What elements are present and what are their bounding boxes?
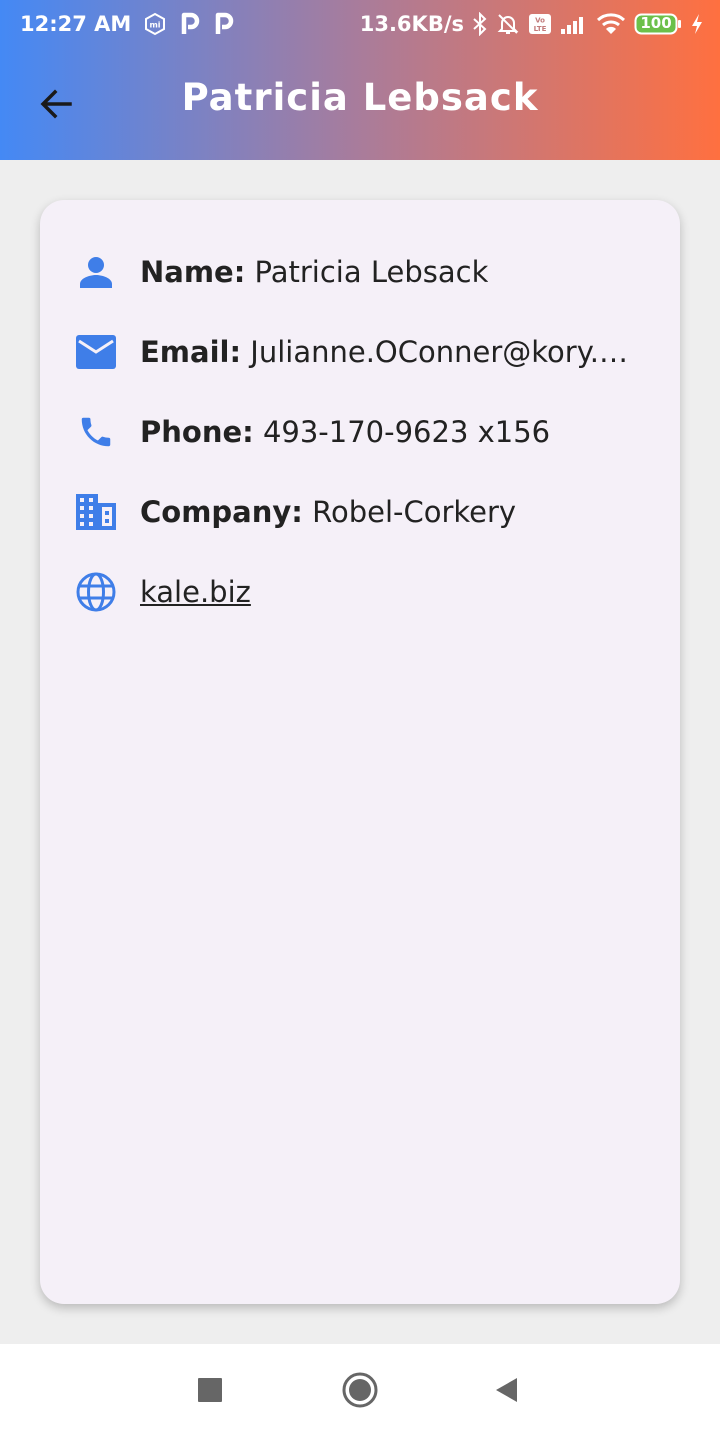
website-link[interactable]: kale.biz: [140, 575, 251, 609]
company-text: Company: Robel-Corkery: [140, 495, 516, 529]
phone-row: Phone: 493-170-9623 x156: [74, 406, 654, 458]
email-text: Email: Julianne.OConner@kory.org: [140, 335, 642, 369]
company-row: Company: Robel-Corkery: [74, 486, 654, 538]
network-speed: 13.6KB/s: [359, 12, 464, 36]
svg-text:LTE: LTE: [534, 25, 547, 33]
bluetooth-icon: [472, 12, 488, 36]
p-icon: [179, 12, 201, 36]
nav-back-button[interactable]: [486, 1372, 526, 1412]
status-time: 12:27 AM: [20, 12, 132, 36]
charging-icon: [690, 12, 704, 36]
recents-square-icon: [198, 1377, 222, 1407]
mi-icon: mi: [143, 12, 167, 36]
person-icon: [74, 250, 118, 294]
home-circle-icon: [341, 1371, 379, 1414]
website-row: kale.biz: [74, 566, 654, 618]
app-bar: Patricia Lebsack: [0, 48, 720, 160]
name-row: Name: Patricia Lebsack: [74, 246, 654, 298]
home-button[interactable]: [340, 1372, 380, 1412]
battery-level: 100: [640, 14, 672, 32]
back-triangle-icon: [493, 1376, 519, 1409]
email-row: Email: Julianne.OConner@kory.org: [74, 326, 654, 378]
email-value: Julianne.OConner@kory.org: [250, 335, 642, 369]
volte-icon: Vo LTE: [528, 13, 552, 35]
battery-icon: 100: [634, 12, 682, 36]
contact-card: Name: Patricia Lebsack Email: Julianne.O…: [40, 200, 680, 1304]
name-value: Patricia Lebsack: [254, 255, 489, 289]
wifi-icon: [596, 12, 626, 36]
page-title: Patricia Lebsack: [181, 76, 539, 119]
email-label: Email:: [140, 335, 242, 369]
svg-text:mi: mi: [150, 21, 161, 30]
name-text: Name: Patricia Lebsack: [140, 255, 488, 289]
phone-text: Phone: 493-170-9623 x156: [140, 415, 550, 449]
phone-icon: [74, 410, 118, 454]
globe-icon: [74, 570, 118, 614]
company-value: Robel-Corkery: [312, 495, 517, 529]
company-label: Company:: [140, 495, 303, 529]
email-icon: [74, 330, 118, 374]
name-label: Name:: [140, 255, 246, 289]
system-nav-bar: [0, 1344, 720, 1440]
status-bar: 12:27 AM mi 13.6KB/s Vo LTE 100: [0, 0, 720, 48]
recents-button[interactable]: [190, 1372, 230, 1412]
phone-value: 493-170-9623 x156: [262, 415, 551, 449]
header-gradient: 12:27 AM mi 13.6KB/s Vo LTE 100 Patricia…: [0, 0, 720, 160]
business-icon: [74, 490, 118, 534]
bell-off-icon: [496, 12, 520, 36]
svg-text:Vo: Vo: [535, 17, 545, 25]
p-icon: [213, 12, 235, 36]
signal-icon: [560, 13, 588, 35]
phone-label: Phone:: [140, 415, 254, 449]
